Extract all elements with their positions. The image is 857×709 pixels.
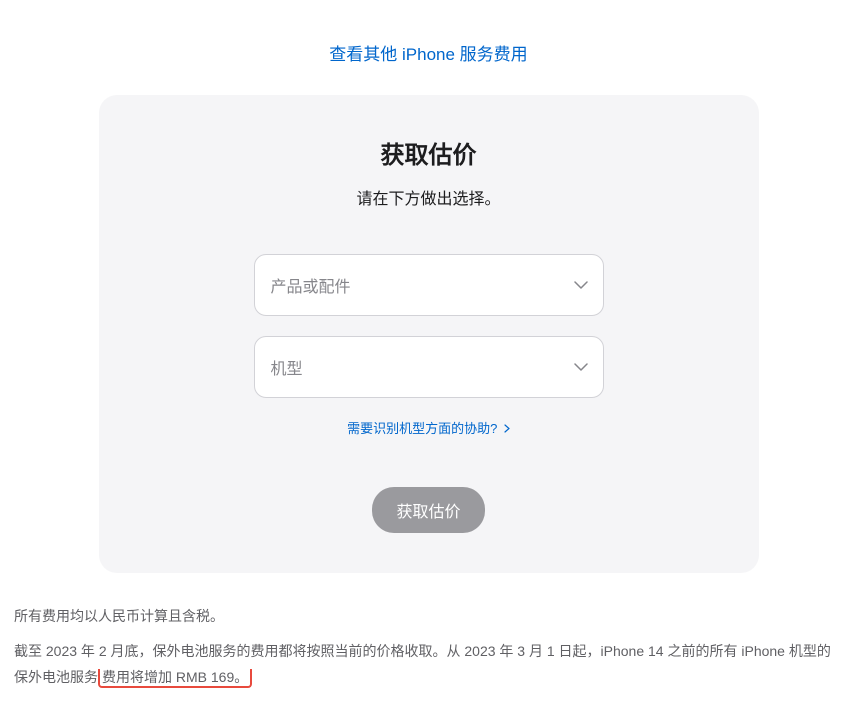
chevron-right-icon xyxy=(504,421,510,436)
product-select[interactable]: 产品或配件 xyxy=(254,254,604,316)
help-link-label: 需要识别机型方面的协助? xyxy=(347,421,497,436)
other-services-link[interactable]: 查看其他 iPhone 服务费用 xyxy=(329,45,527,64)
footnote-highlight: 费用将增加 RMB 169。 xyxy=(98,669,252,688)
model-select[interactable]: 机型 xyxy=(254,336,604,398)
model-select-container: 机型 xyxy=(254,336,604,398)
estimate-card: 获取估价 请在下方做出选择。 产品或配件 机型 需要识别机型方面的协助? 获取估… xyxy=(99,95,759,573)
get-estimate-button[interactable]: 获取估价 xyxy=(372,487,484,533)
footnote-price-increase: 截至 2023 年 2 月底，保外电池服务的费用都将按照当前的价格收取。从 20… xyxy=(14,638,843,691)
footnotes: 所有费用均以人民币计算且含税。 截至 2023 年 2 月底，保外电池服务的费用… xyxy=(10,593,847,709)
product-select-container: 产品或配件 xyxy=(254,254,604,316)
card-title: 获取估价 xyxy=(149,135,709,170)
card-subtitle: 请在下方做出选择。 xyxy=(149,185,709,209)
identify-model-help-link[interactable]: 需要识别机型方面的协助? xyxy=(347,418,510,437)
footnote-currency: 所有费用均以人民币计算且含税。 xyxy=(14,603,843,630)
top-link-wrapper: 查看其他 iPhone 服务费用 xyxy=(10,0,847,95)
